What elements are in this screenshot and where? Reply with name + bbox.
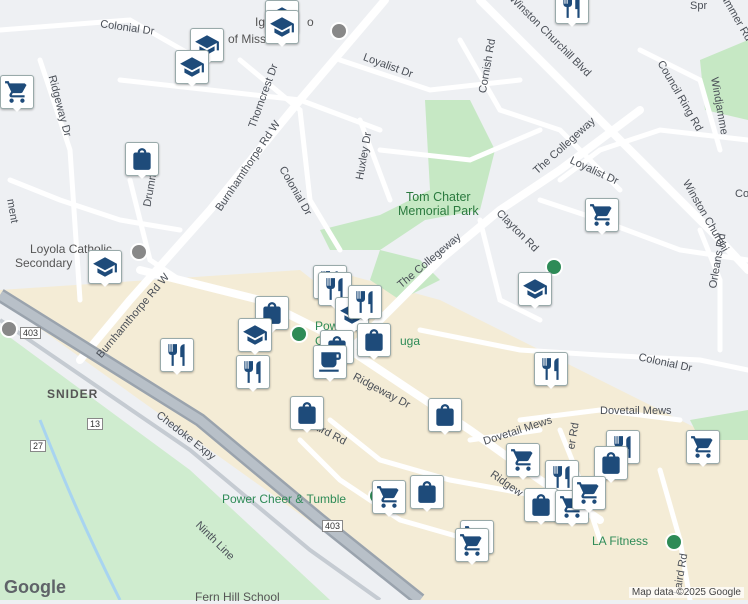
road-label: Spr: [690, 0, 708, 12]
shopping-marker[interactable]: [290, 396, 324, 433]
restaurant-icon: [236, 355, 270, 389]
grocery-marker[interactable]: [585, 198, 619, 235]
marker-pointer: [247, 386, 259, 392]
grocery-icon: [585, 198, 619, 232]
marker-pointer: [466, 559, 478, 565]
shopping-marker[interactable]: [125, 142, 159, 179]
poi-pin[interactable]: [0, 320, 18, 338]
highway-shield: 403: [20, 327, 42, 339]
grocery-marker[interactable]: [572, 476, 606, 513]
shopping-icon: [428, 398, 462, 432]
poi-label[interactable]: LA Fitness: [592, 534, 648, 548]
marker-pointer: [171, 369, 183, 375]
school-marker[interactable]: [175, 50, 209, 87]
neighbourhood-label: SNIDER: [47, 387, 99, 401]
marker-pointer: [136, 173, 148, 179]
shopping-icon: [410, 475, 444, 509]
google-logo: Google: [4, 577, 66, 597]
shopping-marker[interactable]: [357, 323, 391, 360]
grocery-marker[interactable]: [686, 430, 720, 467]
marker-pointer: [11, 106, 23, 112]
park-name-line1: Tom Chater: [405, 190, 471, 204]
grocery-icon: [0, 75, 34, 109]
poi-pin[interactable]: [330, 22, 348, 40]
shopping-icon: [357, 323, 391, 357]
poi-pin[interactable]: [290, 325, 308, 343]
poi-label[interactable]: Fern Hill School: [195, 590, 280, 604]
marker-pointer: [545, 383, 557, 389]
marker-pointer: [324, 376, 336, 382]
school-marker[interactable]: [518, 272, 552, 309]
shopping-icon: [524, 488, 558, 522]
poi-label[interactable]: Secondary: [15, 256, 72, 270]
poi-label[interactable]: o: [307, 15, 314, 29]
marker-pointer: [596, 229, 608, 235]
shopping-marker[interactable]: [410, 475, 444, 512]
school-marker[interactable]: [238, 318, 272, 355]
school-icon: [265, 10, 299, 44]
grocery-icon: [572, 476, 606, 510]
highway-shield: 13: [87, 418, 104, 430]
grocery-icon: [372, 480, 406, 514]
cafe-icon: [313, 345, 347, 379]
marker-pointer: [566, 21, 578, 27]
shopping-marker[interactable]: [524, 488, 558, 525]
marker-pointer: [529, 303, 541, 309]
park-name-line2: Memorial Park: [398, 204, 479, 218]
grocery-icon: [686, 430, 720, 464]
poi-label[interactable]: uga: [400, 334, 420, 348]
grocery-icon: [506, 443, 540, 477]
marker-pointer: [276, 41, 288, 47]
restaurant-marker[interactable]: [236, 355, 270, 392]
marker-pointer: [186, 81, 198, 87]
school-marker[interactable]: [265, 10, 299, 47]
school-icon: [175, 50, 209, 84]
shopping-icon: [594, 446, 628, 480]
road-label: Co: [735, 188, 748, 200]
poi-label[interactable]: of Missi: [228, 32, 269, 46]
shopping-marker[interactable]: [428, 398, 462, 435]
shopping-icon: [290, 396, 324, 430]
school-marker[interactable]: [88, 250, 122, 287]
highway-shield: 403: [322, 520, 344, 532]
marker-pointer: [359, 316, 371, 322]
cafe-marker[interactable]: [313, 345, 347, 382]
poi-label[interactable]: Power Cheer & Tumble: [222, 492, 346, 506]
school-icon: [88, 250, 122, 284]
restaurant-icon: [160, 338, 194, 372]
marker-pointer: [368, 354, 380, 360]
grocery-marker[interactable]: [372, 480, 406, 517]
poi-pin[interactable]: [130, 243, 148, 261]
school-icon: [518, 272, 552, 306]
marker-pointer: [439, 429, 451, 435]
restaurant-icon: [534, 352, 568, 386]
marker-pointer: [99, 281, 111, 287]
marker-pointer: [535, 519, 547, 525]
map-attribution: Map data ©2025 Google: [628, 587, 744, 598]
grocery-marker[interactable]: [455, 528, 489, 565]
restaurant-marker[interactable]: [534, 352, 568, 389]
highway-shield: 27: [30, 440, 47, 452]
marker-pointer: [383, 511, 395, 517]
grocery-icon: [455, 528, 489, 562]
marker-pointer: [697, 461, 709, 467]
restaurant-marker[interactable]: [160, 338, 194, 375]
restaurant-marker[interactable]: [555, 0, 589, 27]
marker-pointer: [421, 506, 433, 512]
restaurant-icon: [348, 285, 382, 319]
marker-pointer: [517, 474, 529, 480]
shopping-icon: [125, 142, 159, 176]
park-label[interactable]: Tom Chater Memorial Park: [398, 190, 479, 218]
marker-pointer: [605, 477, 617, 483]
marker-pointer: [583, 507, 595, 513]
marker-pointer: [301, 427, 313, 433]
school-icon: [238, 318, 272, 352]
road-label: Dovetail Mews: [600, 405, 672, 417]
poi-pin[interactable]: [665, 533, 683, 551]
grocery-marker[interactable]: [506, 443, 540, 480]
restaurant-marker[interactable]: [348, 285, 382, 322]
grocery-marker[interactable]: [0, 75, 34, 112]
marker-pointer: [566, 521, 578, 527]
